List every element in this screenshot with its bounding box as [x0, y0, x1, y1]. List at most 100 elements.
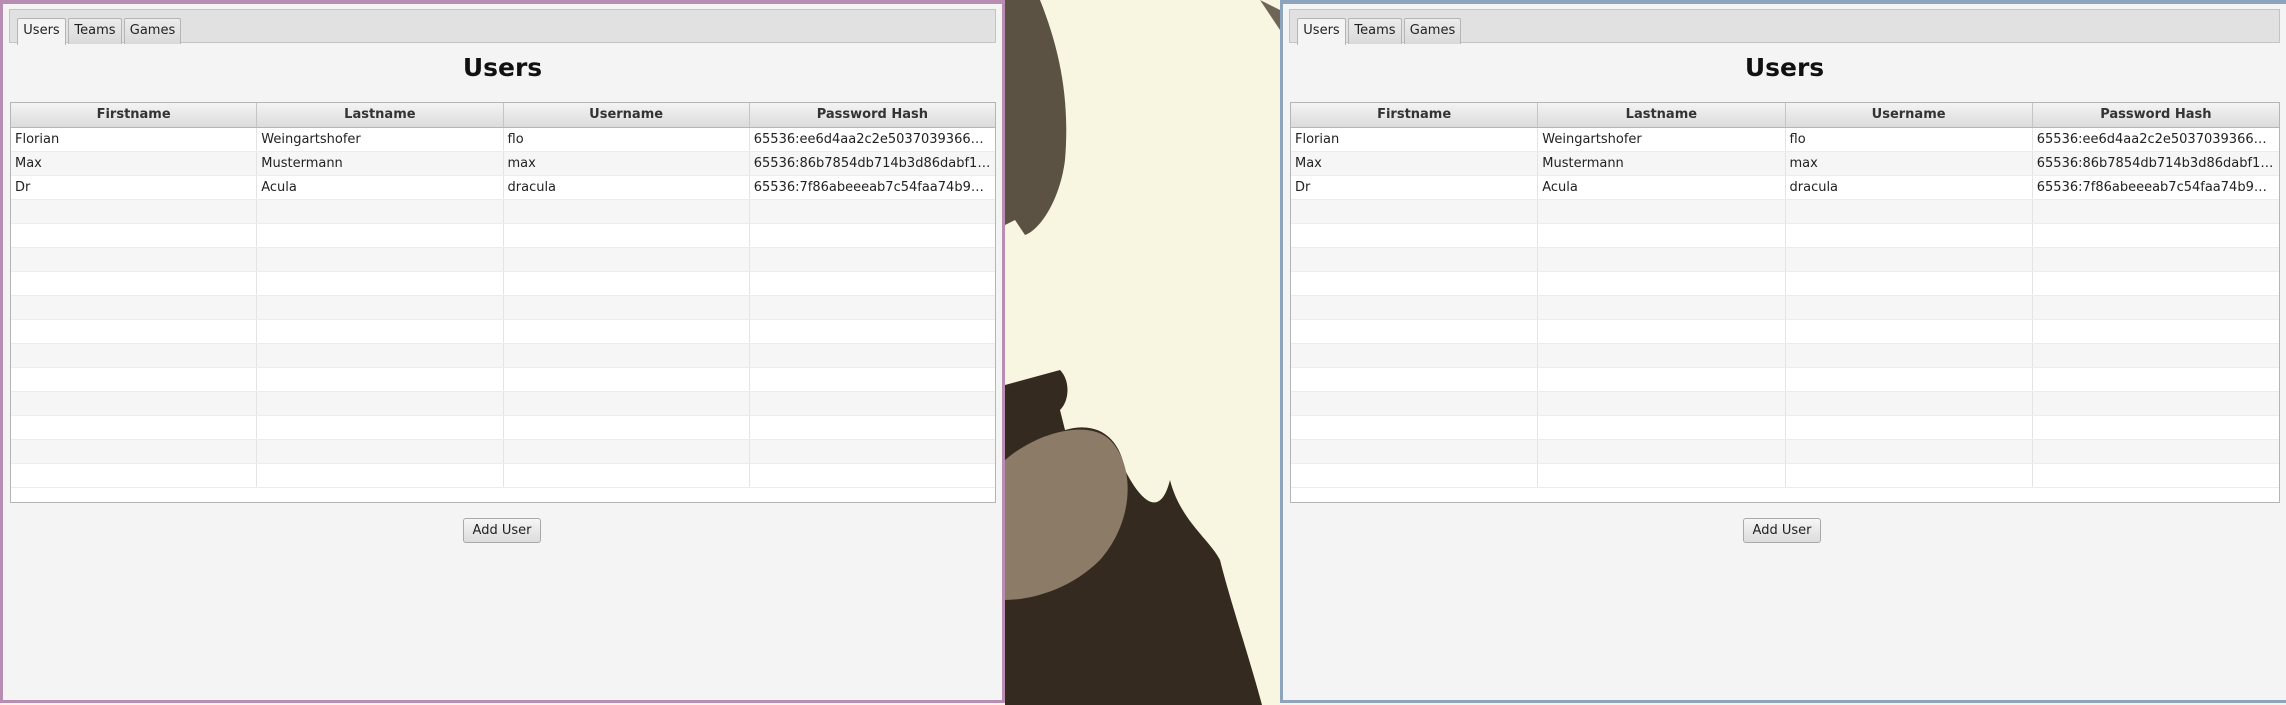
- column-header-password-hash[interactable]: Password Hash: [750, 103, 995, 127]
- users-window-left: Users Teams Games Users Firstname Lastna…: [0, 0, 1005, 703]
- empty-cell: [257, 464, 504, 487]
- table-row-empty: [11, 344, 995, 368]
- cell-firstname: Dr: [11, 176, 258, 199]
- users-table[interactable]: Firstname Lastname Username Password Has…: [10, 102, 996, 503]
- tab-teams[interactable]: Teams: [68, 18, 122, 44]
- cell-password-hash: 65536:7f86abeeeab7c54faa74b9…: [753, 180, 984, 195]
- empty-cell: [1291, 344, 1539, 367]
- table-row[interactable]: Florian Weingartshofer flo 65536:ee6d4aa…: [1291, 128, 2279, 152]
- cell-lastname: Mustermann: [257, 152, 504, 175]
- table-body: Florian Weingartshofer flo 65536:ee6d4aa…: [11, 128, 995, 488]
- tab-bar: Users Teams Games: [1289, 9, 2280, 45]
- empty-cell: [504, 464, 750, 487]
- tab-games[interactable]: Games: [124, 18, 181, 44]
- empty-cell: [1786, 440, 2033, 463]
- cell-username: flo: [504, 128, 750, 151]
- empty-cell: [2033, 248, 2279, 271]
- empty-cell: [257, 344, 504, 367]
- column-header-password-hash[interactable]: Password Hash: [2033, 103, 2279, 127]
- empty-cell: [11, 272, 258, 295]
- empty-cell: [1538, 344, 1786, 367]
- cell-password-hash: 65536:86b7854db714b3d86dabf1…: [753, 156, 991, 171]
- cell-firstname: Max: [11, 152, 258, 175]
- cell-username: max: [504, 152, 750, 175]
- empty-cell: [11, 464, 258, 487]
- empty-cell: [504, 224, 750, 247]
- empty-cell: [11, 392, 258, 415]
- empty-cell: [11, 248, 258, 271]
- empty-cell: [1291, 464, 1539, 487]
- empty-cell: [750, 200, 995, 223]
- empty-cell: [1786, 416, 2033, 439]
- empty-cell: [504, 440, 750, 463]
- cell-lastname: Acula: [1538, 176, 1786, 199]
- column-header-firstname[interactable]: Firstname: [1291, 103, 1539, 127]
- empty-cell: [750, 296, 995, 319]
- users-window-right: Users Teams Games Users Firstname Lastna…: [1280, 0, 2286, 703]
- empty-cell: [1786, 464, 2033, 487]
- column-header-username[interactable]: Username: [1786, 103, 2033, 127]
- empty-cell: [1291, 320, 1539, 343]
- table-row-empty: [1291, 464, 2279, 488]
- empty-cell: [1786, 320, 2033, 343]
- add-user-button[interactable]: Add User: [463, 518, 541, 543]
- add-user-button[interactable]: Add User: [1743, 518, 1821, 543]
- cell-username: dracula: [504, 176, 750, 199]
- tab-users[interactable]: Users: [1297, 18, 1346, 45]
- table-row[interactable]: Max Mustermann max 65536:86b7854db714b3d…: [1291, 152, 2279, 176]
- empty-cell: [750, 344, 995, 367]
- empty-cell: [504, 296, 750, 319]
- column-header-username[interactable]: Username: [504, 103, 750, 127]
- empty-cell: [2033, 392, 2279, 415]
- cell-password-hash: 65536:ee6d4aa2c2e5037039366…: [753, 132, 984, 147]
- table-row[interactable]: Dr Acula dracula 65536:7f86abeeeab7c54fa…: [1291, 176, 2279, 200]
- empty-cell: [257, 200, 504, 223]
- table-row-empty: [1291, 248, 2279, 272]
- empty-cell: [2033, 296, 2279, 319]
- empty-cell: [1291, 200, 1539, 223]
- empty-cell: [1538, 224, 1786, 247]
- empty-cell: [1786, 224, 2033, 247]
- table-row[interactable]: Max Mustermann max 65536:86b7854db714b3d…: [11, 152, 995, 176]
- page-title: Users: [462, 53, 543, 82]
- column-header-lastname[interactable]: Lastname: [257, 103, 504, 127]
- table-row-empty: [11, 200, 995, 224]
- table-row-empty: [11, 224, 995, 248]
- table-row[interactable]: Florian Weingartshofer flo 65536:ee6d4aa…: [11, 128, 995, 152]
- table-row-empty: [11, 272, 995, 296]
- page-title: Users: [1744, 53, 1825, 82]
- table-row-empty: [11, 464, 995, 488]
- table-row-empty: [1291, 392, 2279, 416]
- table-row[interactable]: Dr Acula dracula 65536:7f86abeeeab7c54fa…: [11, 176, 995, 200]
- column-header-lastname[interactable]: Lastname: [1538, 103, 1786, 127]
- empty-cell: [2033, 464, 2279, 487]
- empty-cell: [1291, 416, 1539, 439]
- table-row-empty: [1291, 416, 2279, 440]
- tab-games[interactable]: Games: [1404, 18, 1461, 44]
- cell-username: dracula: [1786, 176, 2033, 199]
- empty-cell: [750, 248, 995, 271]
- cell-lastname: Weingartshofer: [1538, 128, 1786, 151]
- empty-cell: [1538, 416, 1786, 439]
- cell-lastname: Weingartshofer: [257, 128, 504, 151]
- cell-firstname: Florian: [11, 128, 258, 151]
- empty-cell: [11, 416, 258, 439]
- users-table[interactable]: Firstname Lastname Username Password Has…: [1290, 102, 2280, 503]
- empty-cell: [1786, 368, 2033, 391]
- cell-password-hash: 65536:ee6d4aa2c2e5037039366…: [2036, 132, 2267, 147]
- empty-cell: [504, 368, 750, 391]
- tab-users[interactable]: Users: [17, 18, 66, 45]
- empty-cell: [11, 296, 258, 319]
- column-header-firstname[interactable]: Firstname: [11, 103, 258, 127]
- empty-cell: [504, 344, 750, 367]
- table-row-empty: [11, 248, 995, 272]
- empty-cell: [504, 392, 750, 415]
- tab-teams[interactable]: Teams: [1348, 18, 1402, 44]
- empty-cell: [2033, 200, 2279, 223]
- table-row-empty: [11, 440, 995, 464]
- table-row-empty: [1291, 296, 2279, 320]
- empty-cell: [504, 248, 750, 271]
- empty-cell: [1538, 320, 1786, 343]
- empty-cell: [257, 416, 504, 439]
- empty-cell: [257, 296, 504, 319]
